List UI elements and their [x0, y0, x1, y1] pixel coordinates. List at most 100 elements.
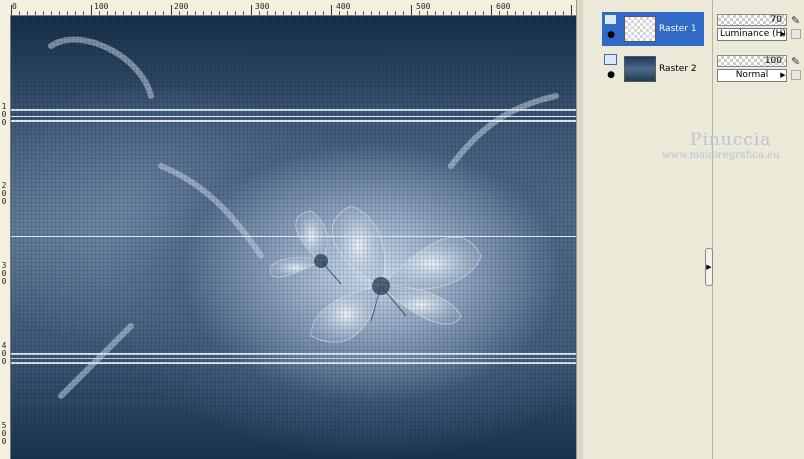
eye-icon[interactable]: ● — [604, 30, 618, 40]
ruler-tick — [171, 5, 172, 15]
ruler-tick — [355, 11, 356, 15]
ruler-tick — [147, 11, 148, 15]
canvas-scrollbar[interactable] — [576, 0, 583, 459]
horizontal-line — [11, 362, 576, 364]
ruler-tick — [11, 5, 12, 15]
layer-icon — [604, 14, 617, 25]
horizontal-line — [11, 236, 576, 237]
ruler-tick — [91, 5, 92, 15]
ruler-tick — [531, 11, 532, 15]
ruler-tick — [395, 11, 396, 15]
horizontal-line — [11, 109, 576, 111]
ruler-tick — [331, 5, 332, 15]
ruler-tick — [195, 11, 196, 15]
ruler-tick — [499, 11, 500, 15]
layer-row-raster-1[interactable]: ● Raster 1 — [602, 12, 704, 46]
ruler-tick — [563, 11, 564, 15]
ruler-tick — [115, 11, 116, 15]
ruler-label: 0 — [1, 118, 7, 127]
ruler-label: 200 — [174, 2, 189, 11]
horizontal-line — [11, 116, 576, 117]
ruler-label: 500 — [416, 2, 431, 11]
ruler-label: 100 — [94, 2, 109, 11]
ruler-tick — [459, 11, 460, 15]
image-canvas[interactable] — [11, 16, 576, 459]
ruler-label: 0 — [1, 277, 7, 286]
layer-name: Raster 2 — [659, 64, 697, 74]
ruler-tick — [235, 11, 236, 15]
ruler-tick — [51, 11, 52, 15]
ruler-tick — [59, 11, 60, 15]
ruler-tick — [507, 11, 508, 15]
ruler-tick — [515, 11, 516, 15]
ruler-tick — [427, 11, 428, 15]
opacity-slider[interactable]: 70 — [717, 14, 787, 26]
ruler-tick — [163, 11, 164, 15]
ruler-tick — [307, 11, 308, 15]
ruler-tick — [467, 11, 468, 15]
ruler-tick — [371, 11, 372, 15]
dropdown-arrow-icon[interactable]: ▶ — [779, 28, 787, 41]
ruler-tick — [363, 11, 364, 15]
ruler-tick — [99, 11, 100, 15]
ruler-label: 600 — [496, 2, 511, 11]
horizontal-line — [11, 358, 576, 359]
ruler-tick — [83, 11, 84, 15]
watermark-title: Pinuccia — [690, 130, 772, 150]
blend-mode-select[interactable]: Normal — [717, 69, 787, 82]
ruler-tick — [475, 11, 476, 15]
layer-icon — [604, 54, 617, 65]
ruler-tick — [347, 11, 348, 15]
ruler-label: 400 — [336, 2, 351, 11]
ruler-tick — [451, 11, 452, 15]
dropdown-arrow-icon[interactable]: ▶ — [779, 69, 787, 82]
opacity-slider[interactable]: 100 — [717, 55, 787, 67]
edit-icon[interactable]: ✎ — [791, 55, 800, 68]
ruler-tick — [443, 11, 444, 15]
eye-icon[interactable]: ● — [604, 70, 618, 80]
blend-mode-select[interactable]: Luminance (H) — [717, 28, 787, 41]
layer-2-properties: 100 ✎ Normal ▶ — [717, 55, 804, 85]
ruler-tick — [571, 5, 572, 15]
ruler-tick — [35, 11, 36, 15]
edit-icon[interactable]: ✎ — [791, 14, 800, 27]
panel-collapse-handle[interactable]: ▶ — [705, 248, 713, 286]
ruler-tick — [339, 11, 340, 15]
ruler-tick — [283, 11, 284, 15]
horizontal-ruler: 0 100 200 300 400 500 600 — [10, 0, 579, 16]
layer-1-properties: 70 ✎ Luminance (H) ▶ — [717, 14, 804, 44]
horizontal-line — [11, 353, 576, 355]
ruler-tick — [227, 11, 228, 15]
ruler-tick — [387, 11, 388, 15]
layer-name: Raster 1 — [659, 24, 697, 34]
ruler-tick — [43, 11, 44, 15]
ruler-tick — [251, 5, 252, 15]
opacity-value: 70 — [770, 15, 782, 25]
ruler-tick — [267, 11, 268, 15]
ruler-tick — [435, 11, 436, 15]
ruler-tick — [123, 11, 124, 15]
ruler-tick — [179, 11, 180, 15]
ruler-tick — [243, 11, 244, 15]
ruler-tick — [139, 11, 140, 15]
horizontal-line — [11, 120, 576, 122]
ruler-tick — [315, 11, 316, 15]
ruler-tick — [219, 11, 220, 15]
vertical-ruler: 1 0 0 2 0 0 3 0 0 4 0 0 5 0 0 — [0, 16, 11, 459]
ruler-tick — [483, 11, 484, 15]
ruler-tick — [323, 11, 324, 15]
ruler-tick — [131, 11, 132, 15]
ruler-label: 0 — [1, 197, 7, 206]
ruler-tick — [379, 11, 380, 15]
ruler-label: 0 — [1, 357, 7, 366]
lock-icon[interactable] — [791, 29, 801, 39]
ruler-tick — [411, 5, 412, 15]
ruler-tick — [155, 11, 156, 15]
ruler-tick — [491, 5, 492, 15]
lock-icon[interactable] — [791, 70, 801, 80]
watermark-url: www.maidiregrafica.eu — [662, 150, 780, 161]
layer-properties-panel: 70 ✎ Luminance (H) ▶ 100 ✎ Normal ▶ — [712, 0, 804, 459]
flower-artwork — [48, 36, 559, 399]
layer-row-raster-2[interactable]: ● Raster 2 — [602, 52, 704, 86]
layer-thumbnail — [624, 56, 656, 82]
